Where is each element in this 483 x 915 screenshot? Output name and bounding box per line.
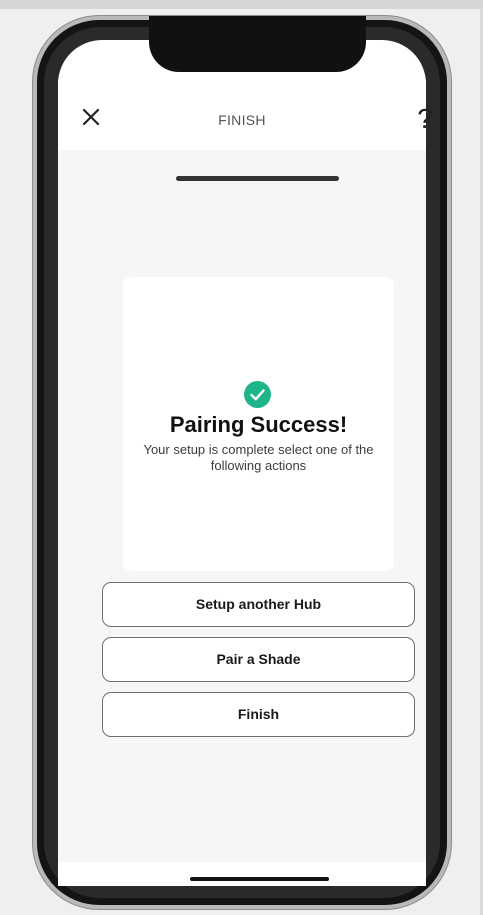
phone-notch — [149, 16, 366, 72]
setup-another-hub-button[interactable]: Setup another Hub — [102, 582, 415, 627]
page: FINISH ? Pairing Success! Your setup is … — [0, 0, 483, 915]
success-title: Pairing Success! — [169, 412, 348, 437]
finish-button[interactable]: Finish — [102, 692, 415, 737]
pair-a-shade-button[interactable]: Pair a Shade — [102, 637, 415, 682]
home-indicator-area — [58, 862, 426, 886]
progress-bar — [176, 176, 339, 181]
success-message: Your setup is complete select one of the… — [143, 442, 374, 473]
window-top-edge — [0, 0, 483, 9]
check-circle-icon — [244, 381, 271, 408]
page-title: FINISH — [218, 112, 266, 128]
close-icon[interactable] — [80, 106, 102, 128]
help-button[interactable]: ? — [413, 104, 437, 134]
home-indicator[interactable] — [190, 877, 329, 881]
